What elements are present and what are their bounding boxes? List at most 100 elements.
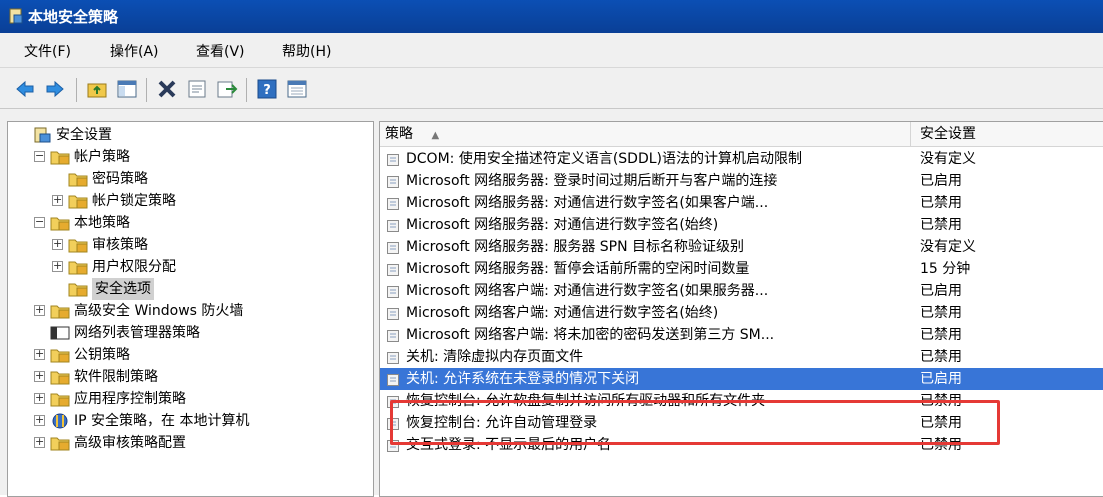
policy-name: Microsoft 网络客户端: 对通信进行数字签名(如果服务器... [406, 283, 769, 299]
policy-name: 关机: 清除虚拟内存页面文件 [406, 349, 584, 365]
menu-action[interactable]: 操作(A) [110, 41, 159, 61]
policy-row[interactable]: Microsoft 网络客户端: 将未加密的密码发送到第三方 SM... 已禁用 [380, 324, 1103, 346]
properties-icon[interactable] [186, 78, 208, 100]
ip-security-icon [50, 413, 70, 429]
collapse-icon[interactable]: − [34, 216, 45, 228]
column-header-policy[interactable]: 策略 ▲ [380, 122, 910, 146]
folder-icon [50, 347, 70, 363]
policy-name: Microsoft 网络服务器: 登录时间过期后断开与客户端的连接 [406, 173, 778, 189]
list-header: 策略 ▲ 安全设置 [380, 122, 1103, 147]
policy-setting-value: 没有定义 [920, 239, 976, 255]
help-icon[interactable]: ? [256, 78, 278, 100]
policy-setting-value: 已启用 [920, 173, 962, 189]
tree-item[interactable]: + 用户权限分配 [8, 256, 373, 278]
expand-icon[interactable]: + [34, 304, 45, 316]
tree-item[interactable]: 密码策略 [8, 168, 373, 190]
policy-setting-value: 已启用 [920, 283, 962, 299]
tree-item[interactable]: + 审核策略 [8, 234, 373, 256]
policy-name: Microsoft 网络服务器: 对通信进行数字签名(始终) [406, 217, 719, 233]
folder-icon [68, 281, 88, 297]
tree-item[interactable]: − 本地策略 [8, 212, 373, 234]
network-list-icon [50, 325, 70, 341]
tree-item-label: 网络列表管理器策略 [74, 325, 200, 341]
policy-setting-icon [386, 284, 400, 298]
tree-item-label: 公钥策略 [74, 347, 130, 363]
policy-setting-icon [386, 152, 400, 166]
menu-view[interactable]: 查看(V) [196, 41, 245, 61]
policy-setting-value: 已禁用 [920, 305, 962, 321]
tree-item-label: 用户权限分配 [92, 259, 176, 275]
policy-name: Microsoft 网络服务器: 服务器 SPN 目标名称验证级别 [406, 239, 745, 255]
menu-help[interactable]: 帮助(H) [282, 41, 331, 61]
toolbar-separator [146, 78, 147, 102]
expand-icon[interactable]: + [34, 414, 45, 426]
folder-icon [68, 193, 88, 209]
tree-item-label: 帐户锁定策略 [92, 193, 176, 209]
column-divider[interactable] [910, 122, 911, 146]
console-tree[interactable]: 安全设置 − 帐户策略 密码策略 + 帐户锁定策略 − 本地策略 + 审核策略 + 用户权限分配 安全选… [7, 121, 374, 497]
folder-icon [68, 259, 88, 275]
policy-row[interactable]: Microsoft 网络服务器: 对通信进行数字签名(始终) 已禁用 [380, 214, 1103, 236]
tree-item[interactable]: 安全设置 [8, 124, 373, 146]
tree-item-label: 软件限制策略 [74, 369, 158, 385]
policy-setting-value: 已禁用 [920, 195, 962, 211]
menu-bar: 文件(F) 操作(A) 查看(V) 帮助(H) [0, 33, 1103, 68]
expand-icon[interactable]: + [52, 238, 63, 250]
policy-setting-value: 没有定义 [920, 151, 976, 167]
policy-setting-value: 已启用 [920, 371, 962, 387]
delete-icon[interactable] [156, 78, 178, 100]
policy-setting-icon [386, 372, 400, 386]
policy-row[interactable]: Microsoft 网络服务器: 服务器 SPN 目标名称验证级别 没有定义 [380, 236, 1103, 258]
policy-setting-value: 已禁用 [920, 349, 962, 365]
tree-item[interactable]: + 应用程序控制策略 [8, 388, 373, 410]
tree-item[interactable]: 安全选项 [8, 278, 373, 300]
policy-setting-icon [386, 240, 400, 254]
tree-item-label: 高级审核策略配置 [74, 435, 186, 451]
tree-item-label: 高级安全 Windows 防火墙 [74, 303, 244, 319]
policy-row[interactable]: DCOM: 使用安全描述符定义语言(SDDL)语法的计算机启动限制 没有定义 [380, 148, 1103, 170]
expand-icon[interactable]: + [34, 392, 45, 404]
tree-item[interactable]: + 高级审核策略配置 [8, 432, 373, 454]
expand-icon[interactable]: + [34, 436, 45, 448]
show-hide-tree-icon[interactable] [116, 78, 138, 100]
column-header-setting[interactable]: 安全设置 [915, 122, 1103, 146]
expand-icon[interactable]: + [34, 370, 45, 382]
folder-icon [50, 391, 70, 407]
tree-item[interactable]: 网络列表管理器策略 [8, 322, 373, 344]
mmc-icon[interactable] [286, 78, 308, 100]
policy-row[interactable]: 关机: 允许系统在未登录的情况下关闭 已启用 [380, 368, 1103, 390]
policy-setting-icon [386, 262, 400, 276]
policy-row[interactable]: Microsoft 网络服务器: 对通信进行数字签名(如果客户端... 已禁用 [380, 192, 1103, 214]
policy-setting-icon [386, 306, 400, 320]
policy-setting-value: 15 分钟 [920, 261, 971, 277]
tree-item[interactable]: + 公钥策略 [8, 344, 373, 366]
expand-icon[interactable]: + [52, 194, 63, 206]
local-security-policy-icon [9, 8, 23, 24]
title-bar: 本地安全策略 [0, 0, 1103, 33]
expand-icon[interactable]: + [52, 260, 63, 272]
back-icon[interactable] [14, 78, 36, 100]
folder-icon [50, 215, 70, 231]
policy-row[interactable]: Microsoft 网络服务器: 暂停会话前所需的空闲时间数量 15 分钟 [380, 258, 1103, 280]
policy-name: Microsoft 网络客户端: 对通信进行数字签名(始终) [406, 305, 719, 321]
collapse-icon[interactable]: − [34, 150, 45, 162]
tree-item[interactable]: − 帐户策略 [8, 146, 373, 168]
policy-row[interactable]: Microsoft 网络服务器: 登录时间过期后断开与客户端的连接 已启用 [380, 170, 1103, 192]
tree-item-label: 安全设置 [56, 127, 112, 143]
tree-item[interactable]: + 软件限制策略 [8, 366, 373, 388]
up-folder-icon[interactable] [86, 78, 108, 100]
policy-row[interactable]: Microsoft 网络客户端: 对通信进行数字签名(如果服务器... 已启用 [380, 280, 1103, 302]
tree-item-label: 安全选项 [92, 278, 154, 300]
policy-row[interactable]: Microsoft 网络客户端: 对通信进行数字签名(始终) 已禁用 [380, 302, 1103, 324]
tree-item[interactable]: + 帐户锁定策略 [8, 190, 373, 212]
tree-item[interactable]: + 高级安全 Windows 防火墙 [8, 300, 373, 322]
tree-item[interactable]: + IP 安全策略，在 本地计算机 [8, 410, 373, 432]
policy-setting-icon [386, 350, 400, 364]
expand-icon[interactable]: + [34, 348, 45, 360]
policy-name: 关机: 允许系统在未登录的情况下关闭 [406, 371, 640, 387]
menu-file[interactable]: 文件(F) [24, 41, 71, 61]
policy-row[interactable]: 关机: 清除虚拟内存页面文件 已禁用 [380, 346, 1103, 368]
forward-icon[interactable] [44, 78, 66, 100]
export-list-icon[interactable] [216, 78, 238, 100]
policy-setting-icon [386, 196, 400, 210]
